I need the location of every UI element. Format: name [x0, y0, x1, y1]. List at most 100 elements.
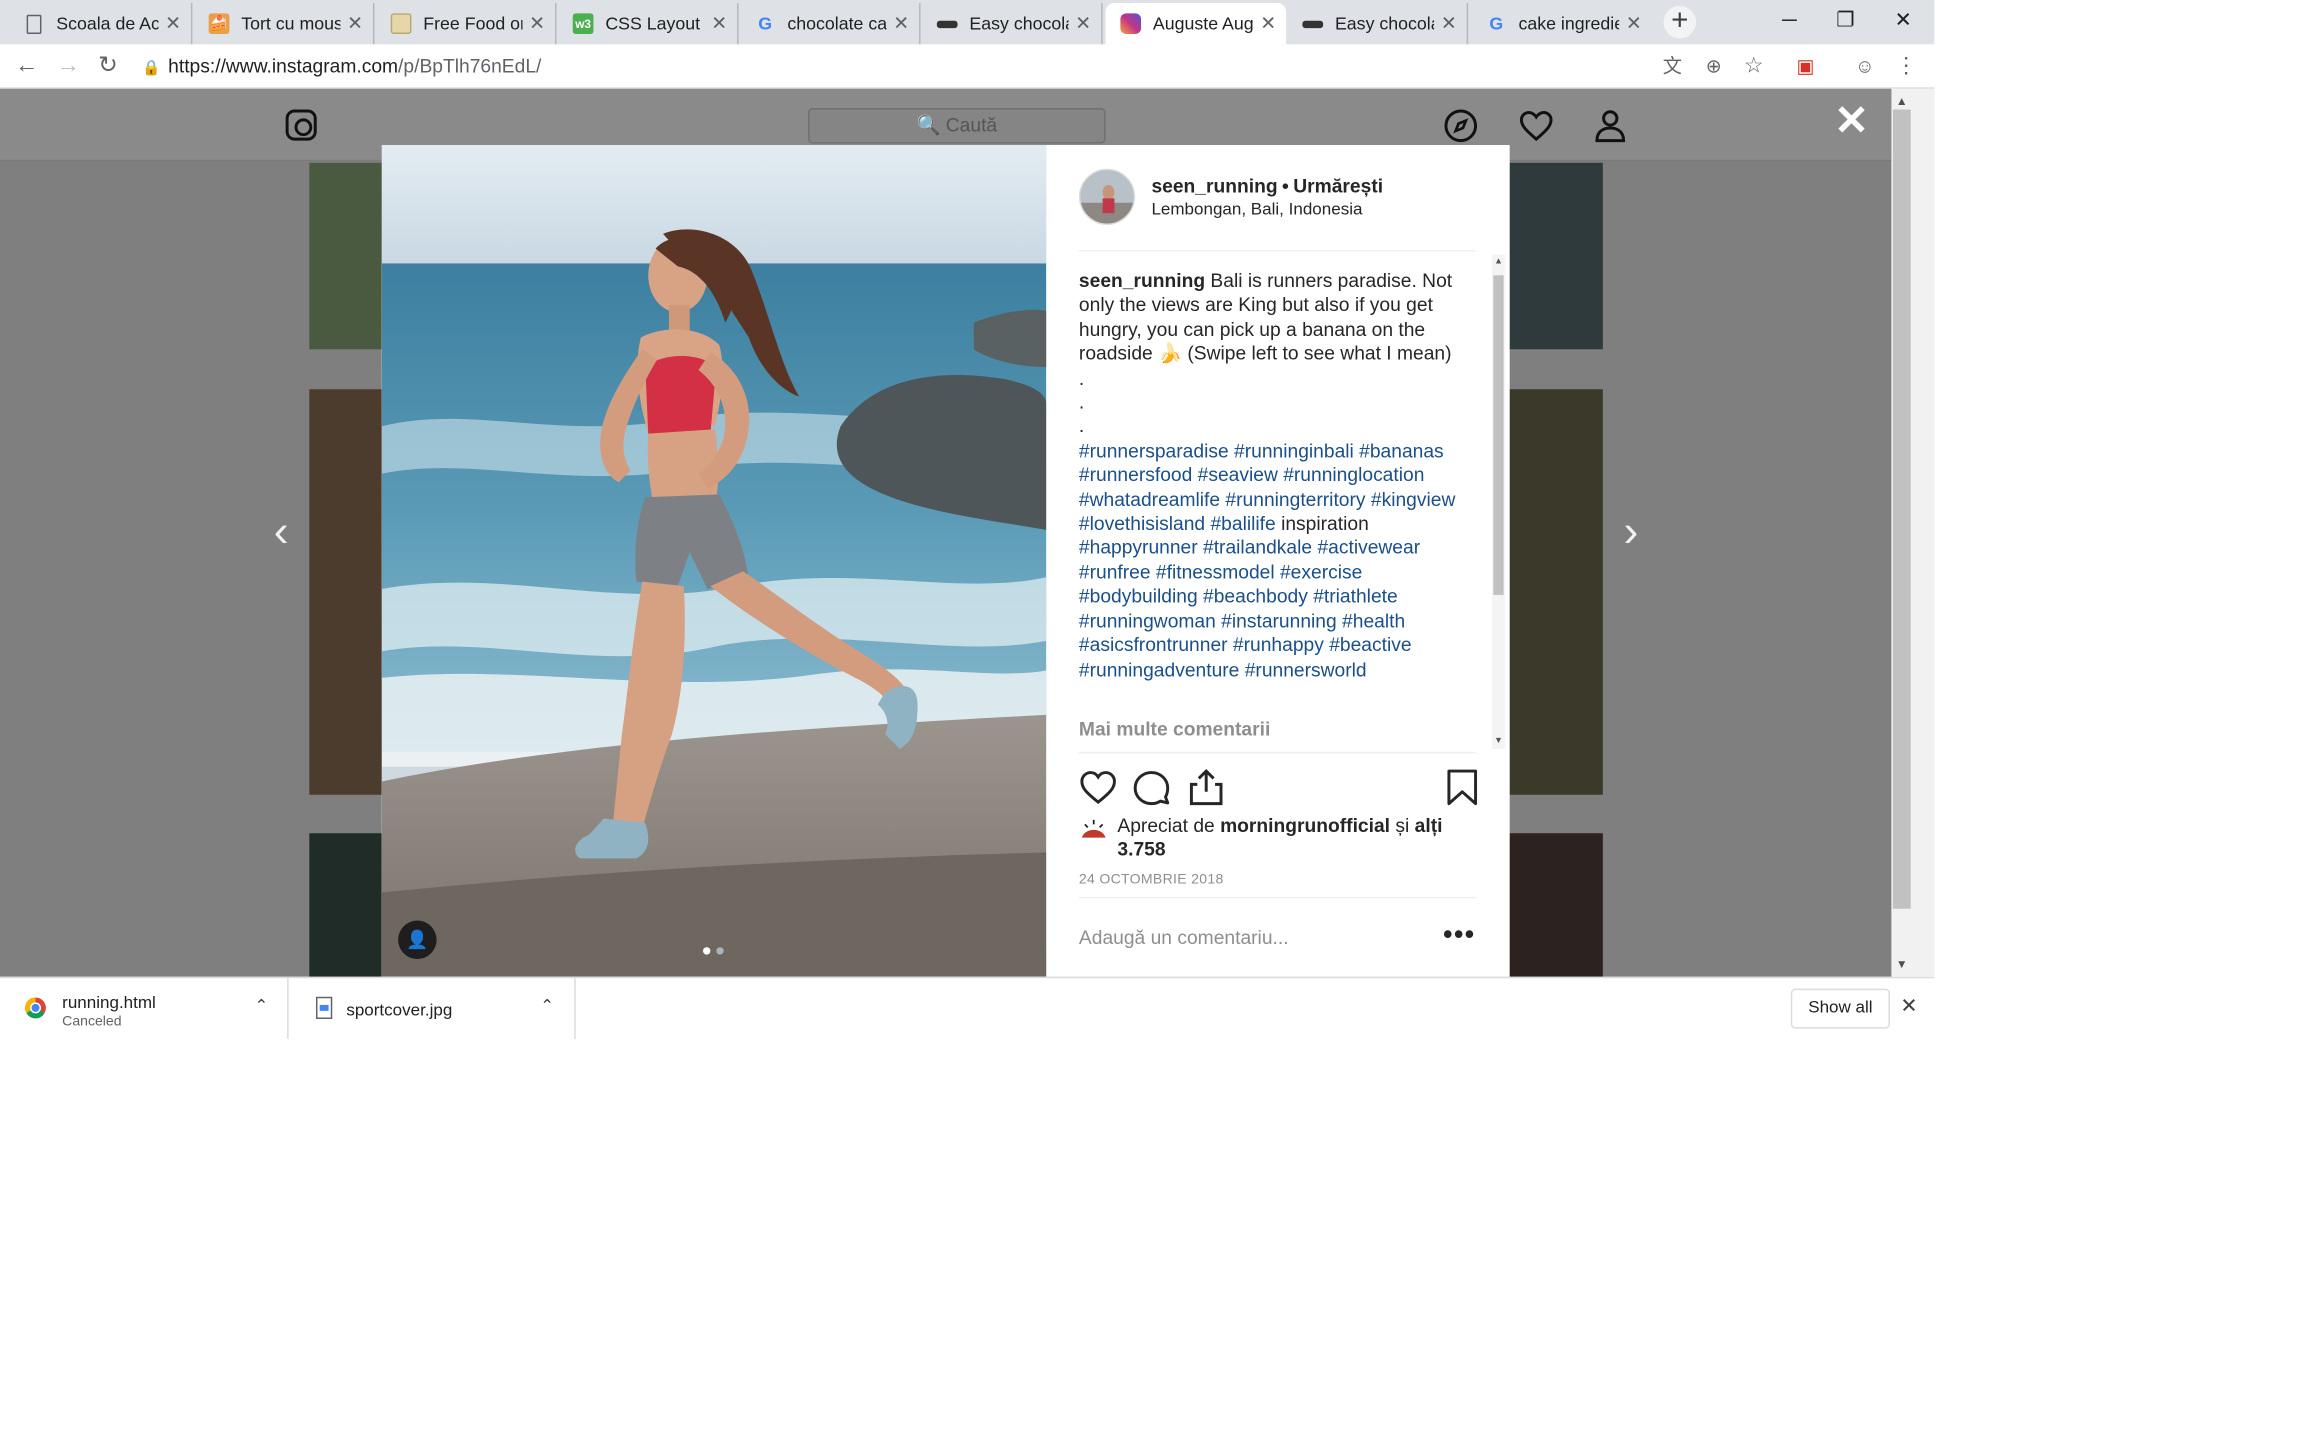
- hashtag-links[interactable]: #happyrunner #trailandkale #activewear #…: [1079, 536, 1420, 680]
- tab-7[interactable]: Easy chocolate ✕: [1288, 2, 1469, 45]
- back-icon[interactable]: ←: [9, 49, 45, 85]
- scroll-down-arrow-icon[interactable]: ▼: [1492, 737, 1505, 746]
- post-header: seen_running • Urmărești Lembongan, Bali, …: [1078, 168, 1476, 252]
- tab-label: cake ingredien: [1518, 13, 1619, 35]
- post-photo[interactable]: 👤: [381, 145, 1047, 977]
- like-heart-icon[interactable]: [1079, 768, 1117, 806]
- background-post-thumbnail[interactable]: [1509, 833, 1603, 977]
- scroll-down-arrow-icon[interactable]: ▼: [1891, 958, 1912, 971]
- background-post-thumbnail[interactable]: [1509, 389, 1603, 795]
- minimize-button[interactable]: ─: [1761, 0, 1817, 41]
- background-post-thumbnail[interactable]: [309, 833, 382, 977]
- show-all-downloads-button[interactable]: Show all: [1790, 988, 1890, 1029]
- chrome-file-icon: [25, 997, 46, 1019]
- menu-kebab-icon[interactable]: ⋮: [1891, 52, 1921, 82]
- explore-compass-icon[interactable]: [1443, 108, 1479, 144]
- avatar[interactable]: [1078, 168, 1136, 225]
- zoom-icon[interactable]: ⊕: [1699, 52, 1729, 82]
- comments-scrollbar-thumb[interactable]: [1493, 275, 1504, 595]
- save-bookmark-icon[interactable]: [1443, 768, 1481, 806]
- chevron-up-icon[interactable]: ⌃: [255, 996, 269, 1016]
- page-scrollbar-thumb[interactable]: [1892, 109, 1911, 909]
- next-post-arrow-icon[interactable]: ›: [1616, 510, 1646, 556]
- download-shelf: running.html Canceled ⌃ sportcover.jpg ⌃…: [0, 976, 1935, 1039]
- tab-4[interactable]: G chocolate cake ✕: [740, 2, 921, 45]
- tab-1[interactable]: 🍰 Tort cu mousse ✕: [194, 2, 375, 45]
- comment-bubble-icon[interactable]: [1132, 768, 1170, 806]
- close-modal-icon[interactable]: ✕: [1834, 100, 1870, 141]
- more-options-icon[interactable]: •••: [1443, 919, 1475, 950]
- page-scrollbar[interactable]: ▲ ▼: [1891, 88, 1935, 977]
- tab-0[interactable]: Scoala de Acas ✕: [12, 2, 193, 45]
- search-input[interactable]: 🔍 Caută: [808, 108, 1106, 144]
- close-shelf-icon[interactable]: ✕: [1900, 993, 1917, 1018]
- pocket-extension-icon[interactable]: ▣: [1791, 52, 1821, 82]
- tab-close-icon[interactable]: ✕: [710, 12, 728, 36]
- bookmark-star-icon[interactable]: ☆: [1739, 52, 1769, 82]
- add-comment-input[interactable]: Adaugă un comentariu...: [1079, 926, 1289, 948]
- tab-5[interactable]: Easy chocolate ✕: [922, 2, 1103, 45]
- carousel-indicator: [703, 947, 724, 955]
- caption-username-link[interactable]: seen_running: [1079, 269, 1205, 291]
- tab-8[interactable]: G cake ingredien ✕: [1471, 3, 1652, 44]
- download-filename: sportcover.jpg: [346, 1001, 453, 1020]
- carousel-dot-active: [703, 947, 711, 955]
- instagram-icon: [1120, 13, 1142, 35]
- forward-icon[interactable]: →: [50, 49, 86, 85]
- share-icon[interactable]: [1187, 768, 1225, 806]
- address-bar[interactable]: 🔒 https://www.instagram.com/p/BpTlh76nEd…: [142, 49, 1696, 85]
- post-sidebar: seen_running • Urmărești Lembongan, Bali, …: [1046, 145, 1510, 977]
- scroll-up-arrow-icon[interactable]: ▲: [1492, 258, 1505, 267]
- tab-close-icon[interactable]: ✕: [164, 12, 182, 36]
- caption-plain-word: inspiration: [1275, 512, 1369, 535]
- chevron-up-icon[interactable]: ⌃: [540, 996, 554, 1016]
- tab-2[interactable]: Free Food or D ✕: [376, 2, 557, 45]
- post-date[interactable]: 24 OCTOMBRIE 2018: [1079, 872, 1224, 888]
- tab-close-icon[interactable]: ✕: [1625, 12, 1643, 36]
- url-domain: https://www.instagram.com: [168, 54, 399, 77]
- following-button[interactable]: Urmărești: [1293, 175, 1383, 197]
- instagram-page: 🔍 Caută ‹ › ✕ 👤 seen_running • Urmărești…: [0, 88, 1892, 977]
- profile-extension-icon[interactable]: ☺: [1850, 52, 1880, 82]
- google-icon: G: [1489, 13, 1504, 35]
- tab-close-icon[interactable]: ✕: [892, 12, 910, 36]
- download-status: Canceled: [62, 1013, 122, 1031]
- background-post-thumbnail[interactable]: [309, 389, 382, 795]
- instagram-logo-icon[interactable]: [285, 109, 317, 141]
- tagged-users-icon[interactable]: 👤: [398, 920, 437, 960]
- restore-button[interactable]: ❐: [1817, 0, 1873, 41]
- liker-username-link[interactable]: morningrunofficial: [1220, 814, 1390, 836]
- background-post-thumbnail[interactable]: [1509, 162, 1603, 350]
- tab-close-icon[interactable]: ✕: [1259, 12, 1277, 36]
- download-item[interactable]: running.html Canceled ⌃: [0, 978, 289, 1039]
- new-tab-button[interactable]: +: [1663, 5, 1697, 39]
- more-comments-link[interactable]: Mai multe comentarii: [1079, 718, 1270, 740]
- liker-avatar-icon[interactable]: [1078, 814, 1109, 844]
- tab-close-icon[interactable]: ✕: [1440, 12, 1458, 36]
- window-close-button[interactable]: ✕: [1875, 0, 1931, 41]
- download-item[interactable]: sportcover.jpg ⌃: [289, 978, 576, 1039]
- tab-3[interactable]: w3 CSS Layout - H ✕: [558, 2, 739, 45]
- tab-close-icon[interactable]: ✕: [1074, 12, 1092, 36]
- tab-close-icon[interactable]: ✕: [528, 12, 546, 36]
- hashtag-links[interactable]: #runnersparadise #runninginbali #bananas…: [1079, 439, 1455, 534]
- likes-conjunction: și: [1390, 814, 1415, 837]
- tab-label: Scoala de Acas: [56, 13, 159, 35]
- tab-label: Easy chocolate: [969, 13, 1068, 35]
- comments-scrollbar[interactable]: ▲ ▼: [1491, 254, 1506, 749]
- reload-icon[interactable]: ↻: [90, 49, 126, 85]
- previous-post-arrow-icon[interactable]: ‹: [266, 510, 296, 556]
- location-link[interactable]: Lembongan, Bali, Indonesia: [1151, 201, 1362, 219]
- tab-6-active[interactable]: Auguste Augus ✕: [1105, 2, 1287, 45]
- username-link[interactable]: seen_running: [1151, 175, 1277, 197]
- translate-icon[interactable]: 文: [1658, 52, 1688, 82]
- profile-icon[interactable]: [1592, 108, 1628, 144]
- post-header-title: seen_running • Urmărești: [1151, 175, 1383, 197]
- activity-heart-icon[interactable]: [1518, 108, 1554, 144]
- tab-close-icon[interactable]: ✕: [346, 12, 364, 36]
- caption-dot-line: .: [1078, 390, 1085, 413]
- scroll-up-arrow-icon[interactable]: ▲: [1891, 95, 1912, 108]
- download-filename: running.html: [62, 994, 156, 1013]
- background-post-thumbnail[interactable]: [309, 162, 382, 350]
- carousel-dot: [716, 947, 724, 955]
